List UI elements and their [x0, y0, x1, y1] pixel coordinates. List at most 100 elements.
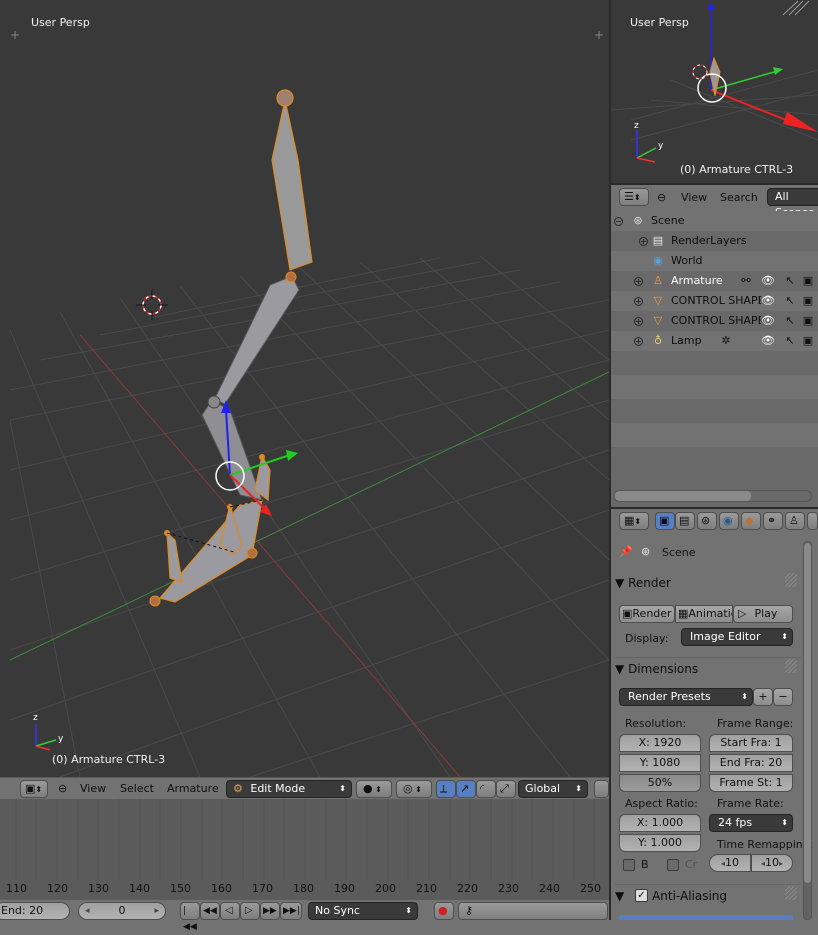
time-remap-old-field[interactable]: ◂10 — [709, 854, 751, 872]
outliner-menu-view[interactable]: View — [681, 190, 707, 206]
jump-start-button[interactable]: |◀◀ — [180, 902, 200, 932]
panel-drag-handle[interactable] — [785, 573, 797, 587]
tab-render[interactable]: ▣ — [655, 512, 675, 530]
end-frame-field[interactable]: End: 20 — [0, 902, 70, 920]
rotate-manipulator[interactable]: ◜ — [476, 780, 496, 798]
area-divider-vertical[interactable] — [609, 0, 611, 920]
render-camera-icon[interactable]: ▣ — [801, 334, 815, 348]
select-arrow-icon[interactable]: ↖ — [783, 274, 797, 288]
outliner-editor-type-button[interactable]: ☰⬍ — [619, 188, 649, 206]
visibility-eye-icon[interactable]: 👁 — [761, 274, 775, 288]
visibility-eye-icon[interactable]: 👁 — [761, 334, 775, 348]
mode-dropdown[interactable]: ⚙ Edit Mode ⬍ — [226, 780, 352, 798]
orientation-dropdown[interactable]: Global ⬍ — [518, 780, 588, 798]
area-split-widget-icon[interactable] — [782, 0, 810, 16]
scale-manipulator[interactable]: ⤢ — [496, 780, 516, 798]
current-frame-field[interactable]: ◂ 0 ▸ — [78, 902, 166, 920]
render-panel-header[interactable]: ▼ Render — [615, 572, 801, 594]
outliner-row-world[interactable]: ◉ World — [611, 251, 818, 271]
resolution-percentage-field[interactable]: 50% — [619, 774, 701, 792]
play-reverse-button[interactable]: ◁ — [220, 902, 240, 920]
sync-dropdown[interactable]: No Sync ⬍ — [308, 902, 418, 920]
visibility-eye-icon[interactable]: 👁 — [761, 294, 775, 308]
manipulator-toggle[interactable]: ⟂ — [436, 780, 456, 798]
select-arrow-icon[interactable]: ↖ — [783, 294, 797, 308]
tab-scene[interactable]: ⊛ — [697, 512, 717, 530]
viewport-scene[interactable]: z y — [0, 0, 609, 777]
frame-step-field[interactable]: Frame St: 1 — [709, 774, 793, 792]
armature[interactable] — [149, 89, 313, 607]
corner-widget-icon[interactable]: + — [594, 28, 604, 42]
border-checkbox[interactable] — [623, 859, 635, 871]
dimensions-panel-header[interactable]: ▼ Dimensions — [615, 657, 801, 679]
select-arrow-icon[interactable]: ↖ — [783, 334, 797, 348]
tab-constraints[interactable]: ⚭ — [763, 512, 783, 530]
end-frame-field[interactable]: End Fra: 20 — [709, 754, 793, 772]
expand-icon[interactable]: + — [634, 337, 643, 346]
display-dropdown[interactable]: Image Editor ⬍ — [681, 628, 793, 646]
panel-drag-handle[interactable] — [785, 886, 797, 900]
outliner-row-control-shapes-2[interactable]: + ▽ CONTROL SHAPES 👁 ↖ ▣ — [611, 311, 818, 331]
corner-widget-icon[interactable]: + — [10, 28, 20, 42]
select-arrow-icon[interactable]: ↖ — [783, 314, 797, 328]
start-frame-field[interactable]: Start Fra: 1 — [709, 734, 793, 752]
render-camera-icon[interactable]: ▣ — [801, 314, 815, 328]
tab-armature-data[interactable]: ♙ — [785, 512, 805, 530]
jump-end-button[interactable]: ▶▶| — [280, 902, 302, 920]
expand-icon[interactable]: + — [634, 297, 643, 306]
expand-icon[interactable]: + — [634, 277, 643, 286]
render-button[interactable]: ▣Render — [619, 605, 675, 623]
collapse-menu-icon[interactable]: ⊖ — [58, 781, 67, 797]
outliner-tree[interactable]: − ⊛ Scene + ▤ RenderLayers ◉ World + ♙ A… — [611, 211, 818, 507]
expand-icon[interactable]: + — [639, 237, 648, 246]
visibility-eye-icon[interactable]: 👁 — [761, 314, 775, 328]
outliner-row-lamp[interactable]: + ♁ Lamp ✲ 👁 ↖ ▣ — [611, 331, 818, 351]
collapse-icon[interactable]: − — [614, 217, 623, 226]
properties-editor-type-button[interactable]: ▦⬍ — [619, 512, 649, 530]
play-render-button[interactable]: ▷ Play — [733, 605, 793, 623]
main-3d-viewport[interactable]: z y User Persp (0) Armature CTRL-3 + + — [0, 0, 609, 777]
area-divider-horizontal[interactable] — [611, 507, 818, 509]
outliner-filter-dropdown[interactable]: All Scenes — [767, 188, 818, 219]
jump-keyframe-back-button[interactable]: ◀◀ — [200, 902, 220, 920]
add-preset-button[interactable]: + — [753, 688, 773, 706]
outliner-row-control-shapes[interactable]: + ▽ CONTROL SHAPES 👁 ↖ ▣ — [611, 291, 818, 311]
record-button[interactable]: ● — [434, 902, 454, 920]
menu-armature[interactable]: Armature — [167, 781, 219, 797]
resolution-x-field[interactable]: X: 1920 — [619, 734, 701, 752]
layer-button[interactable] — [594, 780, 609, 798]
aspect-y-field[interactable]: Y: 1.000 — [619, 834, 701, 852]
properties-scrollbar[interactable] — [804, 543, 811, 883]
render-camera-icon[interactable]: ▣ — [801, 294, 815, 308]
pivot-point-button[interactable]: ◎ ⬍ — [396, 780, 432, 798]
outliner-row-renderlayers[interactable]: + ▤ RenderLayers — [611, 231, 818, 251]
aspect-x-field[interactable]: X: 1.000 — [619, 814, 701, 832]
outliner-row-armature[interactable]: + ♙ Armature ⚯ 👁 ↖ ▣ — [611, 271, 818, 291]
viewport-shading-button[interactable]: ● ⬍ — [356, 780, 392, 798]
timeline-ruler[interactable]: 110 120 130 140 150 160 170 180 190 200 … — [0, 880, 609, 900]
editor-type-button[interactable]: ▣⬍ — [20, 780, 48, 798]
render-presets-dropdown[interactable]: Render Presets ⬍ — [619, 688, 753, 706]
properties-panel[interactable]: 📌 ⊛ Scene ▼ Render ▣Render ▦Animation ▷P… — [611, 535, 818, 920]
panel-drag-handle[interactable] — [785, 659, 797, 673]
animation-button[interactable]: ▦Animation — [675, 605, 733, 623]
outliner-menu-search[interactable]: Search — [720, 190, 758, 206]
secondary-3d-viewport[interactable]: z y User Persp (0) Armature CTRL-3 — [611, 0, 818, 183]
anti-aliasing-panel-header[interactable]: ▼ ✓ Anti-Aliasing — [615, 884, 801, 906]
render-camera-icon[interactable]: ▣ — [801, 274, 815, 288]
resolution-y-field[interactable]: Y: 1080 — [619, 754, 701, 772]
expand-icon[interactable]: + — [634, 317, 643, 326]
time-remap-new-field[interactable]: ◂10▸ — [751, 854, 793, 872]
outliner-row-scene[interactable]: − ⊛ Scene — [611, 211, 818, 231]
pin-icon[interactable]: 📌 — [619, 545, 633, 558]
tab-render-layers[interactable]: ▤ — [675, 512, 695, 530]
outliner-collapse-icon[interactable]: ⊖ — [657, 190, 666, 206]
jump-keyframe-forward-button[interactable]: ▶▶ — [260, 902, 280, 920]
translate-manipulator[interactable]: ↗ — [456, 780, 476, 798]
aa-samples-row[interactable] — [619, 915, 793, 920]
remove-preset-button[interactable]: − — [773, 688, 793, 706]
area-divider-horizontal[interactable] — [611, 183, 818, 185]
frame-rate-dropdown[interactable]: 24 fps ⬍ — [709, 814, 793, 832]
anti-aliasing-checkbox[interactable]: ✓ — [635, 889, 648, 902]
tab-world[interactable]: ◉ — [719, 512, 739, 530]
